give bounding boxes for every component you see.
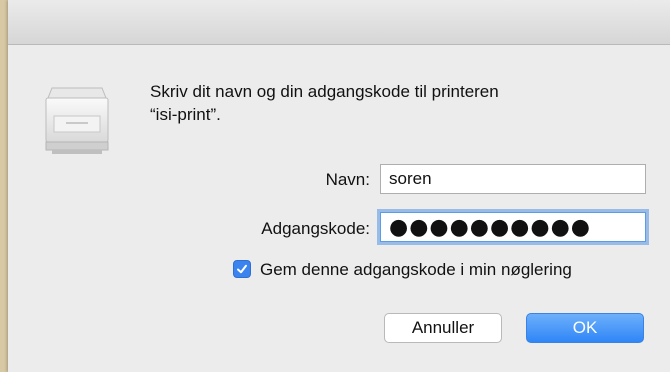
checkmark-icon [237, 264, 247, 274]
ok-button[interactable]: OK [526, 313, 644, 343]
dialog-message: Skriv dit navn og din adgangskode til pr… [150, 80, 650, 126]
message-line-1: Skriv dit navn og din adgangskode til pr… [150, 82, 499, 101]
cancel-button[interactable]: Annuller [384, 313, 502, 343]
remember-checkbox[interactable] [233, 260, 251, 278]
printer-icon [42, 78, 112, 160]
dialog-titlebar [8, 0, 670, 45]
password-field[interactable]: ●●●●●●●●●● [380, 212, 646, 242]
password-label: Adgangskode: [261, 219, 370, 238]
name-field[interactable]: soren [380, 164, 646, 194]
name-value: soren [389, 169, 432, 188]
password-value: ●●●●●●●●●● [389, 214, 591, 240]
remember-label[interactable]: Gem denne adgangskode i min nøglering [260, 260, 572, 280]
auth-dialog: Skriv dit navn og din adgangskode til pr… [8, 0, 670, 372]
message-line-2: “isi-print”. [150, 105, 221, 124]
name-label: Navn: [325, 170, 370, 189]
